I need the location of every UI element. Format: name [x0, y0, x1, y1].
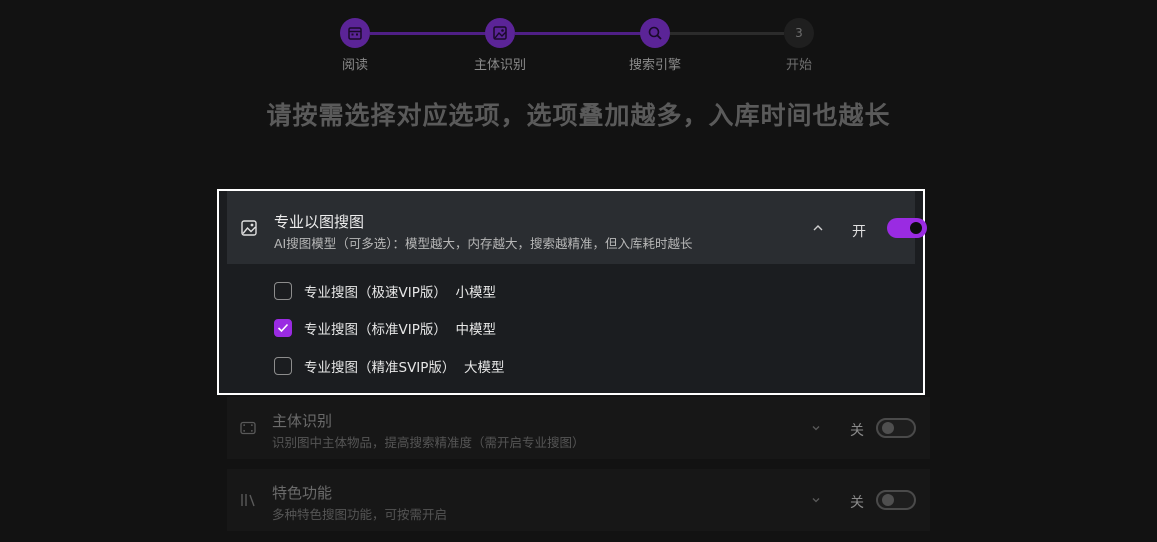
pro-image-search-panel: 专业以图搜图 AI搜图模型（可多选）：模型越大，内存越大，搜索越精准，但入库耗时…	[217, 189, 927, 395]
pro-search-toggle[interactable]	[887, 218, 927, 238]
toggle-knob	[882, 422, 894, 434]
toggle-knob	[882, 494, 894, 506]
step-4-circle: 3	[784, 18, 814, 48]
special-features-toggle[interactable]	[876, 490, 916, 510]
step-3-label: 搜索引擎	[628, 58, 682, 73]
step-2-label: 主体识别	[473, 58, 527, 73]
progress-stepper: 阅读 主体识别 搜索引擎 3 开始	[0, 0, 1157, 80]
image-icon	[493, 26, 507, 40]
toggle-label: 关	[850, 495, 864, 511]
panel-header[interactable]: 专业以图搜图 AI搜图模型（可多选）：模型越大，内存越大，搜索越精准，但入库耗时…	[227, 191, 927, 264]
step-1-label: 阅读	[341, 58, 369, 73]
chevron-down-icon[interactable]	[811, 496, 821, 504]
step-4-number: 3	[795, 26, 803, 40]
section-title: 特色功能	[272, 484, 333, 502]
option-label: 专业搜图（标准VIP版） 中模型	[304, 322, 496, 338]
step-2-circle	[485, 18, 515, 48]
calendar-icon	[348, 27, 362, 40]
section-subtitle: 多种特色搜图功能，可按需开启	[272, 507, 448, 522]
option-label: 专业搜图（极速VIP版） 小模型	[304, 285, 496, 301]
toggle-label: 关	[850, 423, 864, 439]
option-precise-svip[interactable]: 专业搜图（精准SVIP版） 大模型	[274, 354, 505, 378]
step-1-circle	[340, 18, 370, 48]
step-4-label: 开始	[785, 58, 813, 73]
section-title: 主体识别	[272, 412, 333, 430]
step-connector	[670, 32, 784, 35]
library-icon	[241, 494, 255, 507]
section-subtitle: 识别图中主体物品，提高搜索精准度（需开启专业搜图）	[272, 435, 585, 450]
checkmark-icon	[277, 323, 289, 333]
toggle-knob	[910, 222, 922, 234]
search-icon	[648, 26, 662, 40]
panel-subtitle: AI搜图模型（可多选）：模型越大，内存越大，搜索越精准，但入库耗时越长	[274, 236, 693, 251]
checkbox[interactable]	[274, 282, 292, 300]
chevron-down-icon[interactable]	[811, 424, 821, 432]
section-special-features[interactable]: 特色功能 多种特色搜图功能，可按需开启 关	[227, 469, 930, 531]
option-standard-vip[interactable]: 专业搜图（标准VIP版） 中模型	[274, 316, 496, 340]
image-icon	[241, 220, 257, 236]
step-connector	[370, 32, 500, 35]
checkbox-checked[interactable]	[274, 319, 292, 337]
chevron-up-icon[interactable]	[812, 223, 824, 233]
page-headline: 请按需选择对应选项，选项叠加越多，入库时间也越长	[266, 101, 891, 130]
panel-title: 专业以图搜图	[274, 213, 365, 231]
subject-recognition-toggle[interactable]	[876, 418, 916, 438]
option-fast-vip[interactable]: 专业搜图（极速VIP版） 小模型	[274, 279, 496, 303]
step-3-circle	[640, 18, 670, 48]
focus-frame-icon	[240, 421, 256, 435]
step-connector	[515, 32, 655, 35]
option-label: 专业搜图（精准SVIP版） 大模型	[304, 360, 505, 376]
section-subject-recognition[interactable]: 主体识别 识别图中主体物品，提高搜索精准度（需开启专业搜图） 关	[227, 397, 930, 459]
toggle-label: 开	[852, 224, 866, 240]
checkbox[interactable]	[274, 357, 292, 375]
